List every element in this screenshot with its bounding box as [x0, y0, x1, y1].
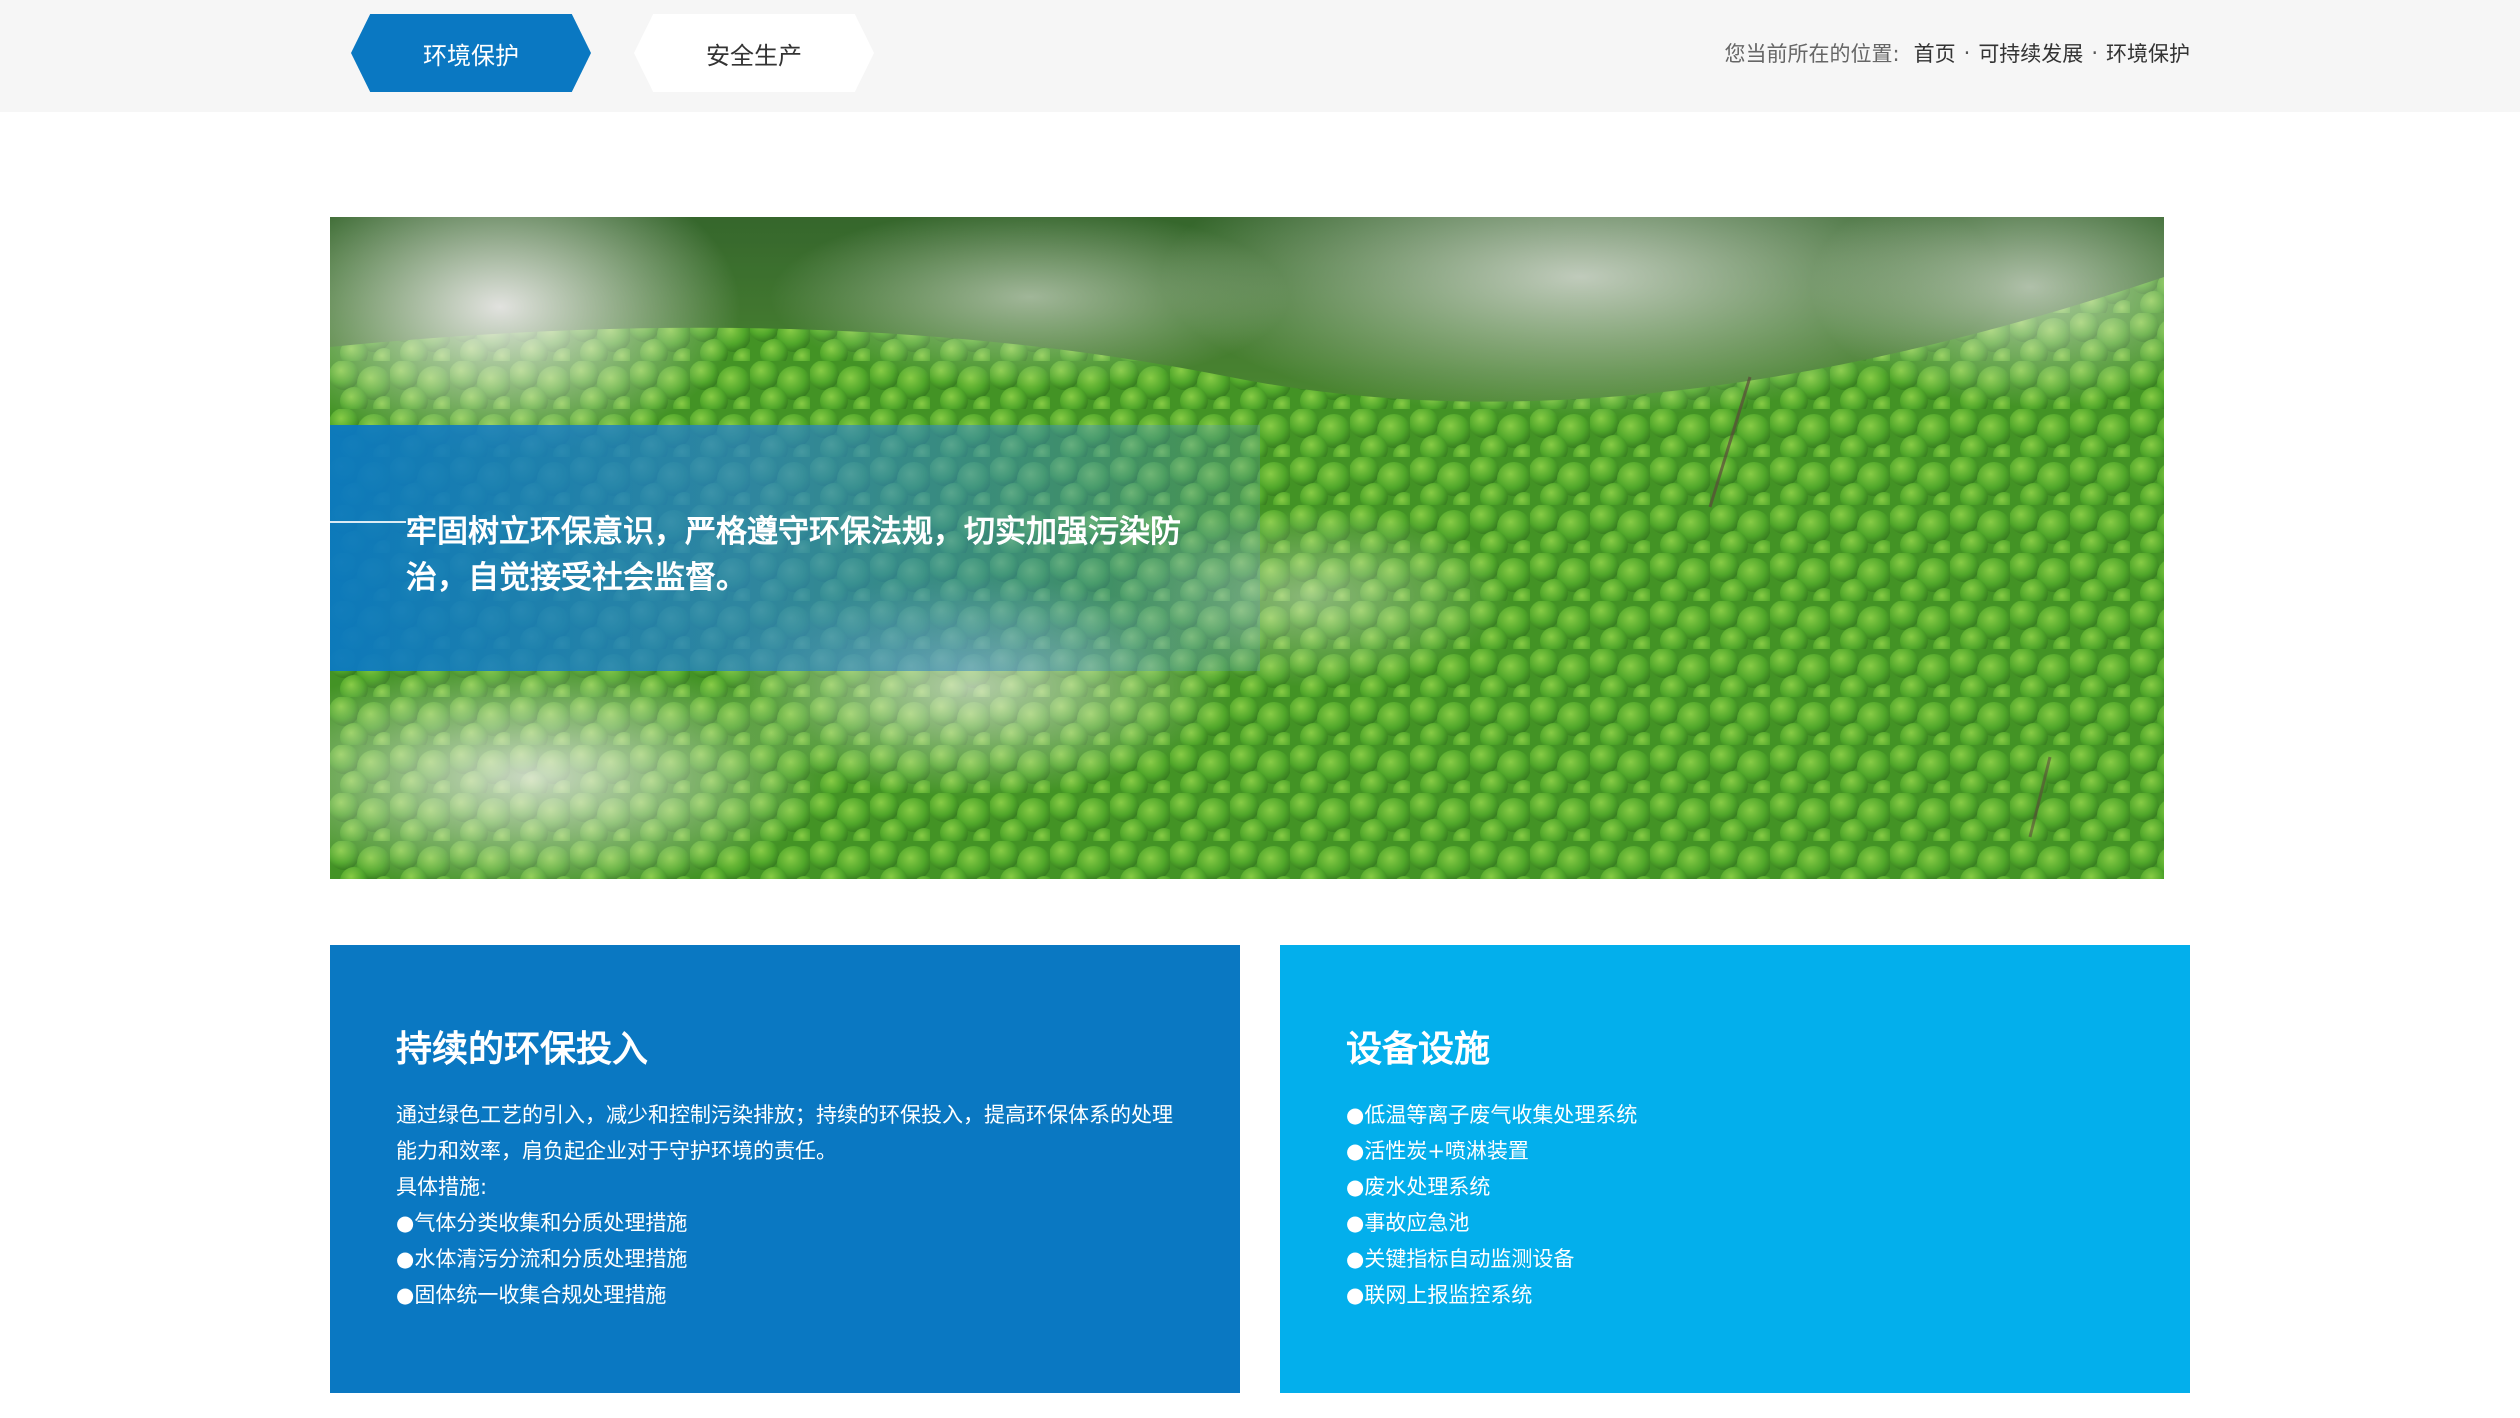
breadcrumb-current-page[interactable]: 环境保护 [2106, 38, 2190, 68]
facilities-list: ●低温等离子废气收集处理系统 ●活性炭+喷淋装置 ●废水处理系统 ●事故应急池 … [1346, 1097, 2124, 1313]
list-item: ●联网上报监控系统 [1346, 1283, 1533, 1307]
list-item: ●事故应急池 [1346, 1211, 1470, 1235]
breadcrumb-prefix: 您当前所在的位置: [1724, 42, 1900, 66]
list-item: ●固体统一收集合规处理措施 [396, 1283, 667, 1307]
card-subheading: 具体措施: [396, 1175, 488, 1199]
environmental-investment-card: 持续的环保投入 通过绿色工艺的引入，减少和控制污染排放；持续的环保投入，提高环保… [330, 945, 1240, 1393]
breadcrumb: 您当前所在的位置: 首页 · 可持续发展 · 环境保护 [1725, 38, 2190, 68]
list-item: ●废水处理系统 [1346, 1175, 1491, 1199]
breadcrumb-separator: · [2091, 41, 2098, 65]
hero-slogan: 牢固树立环保意识，严格遵守环保法规，切实加强污染防治，自觉接受社会监督。 [406, 514, 1181, 596]
breadcrumb-sustainability-link[interactable]: 可持续发展 [1978, 38, 2083, 68]
tab-environmental-protection[interactable]: 环境保护 [351, 14, 591, 92]
tab-label: 环境保护 [423, 41, 519, 70]
card-description: 通过绿色工艺的引入，减少和控制污染排放；持续的环保投入，提高环保体系的处理能力和… [396, 1103, 1173, 1163]
list-item: ●水体清污分流和分质处理措施 [396, 1247, 688, 1271]
breadcrumb-separator: · [1963, 41, 1971, 65]
top-nav-bar: 环境保护 安全生产 您当前所在的位置: 首页 · 可持续发展 · 环境保护 [0, 0, 2520, 112]
list-item: ●活性炭+喷淋装置 [1346, 1139, 1529, 1163]
measures-list: ●气体分类收集和分质处理措施 ●水体清污分流和分质处理措施 ●固体统一收集合规处… [396, 1205, 1174, 1313]
tab-label: 安全生产 [706, 41, 802, 70]
list-item: ●气体分类收集和分质处理措施 [396, 1211, 688, 1235]
card-title: 持续的环保投入 [396, 1029, 649, 1070]
list-item: ●低温等离子废气收集处理系统 [1346, 1103, 1638, 1127]
breadcrumb-home-link[interactable]: 首页 [1914, 38, 1956, 68]
card-title: 设备设施 [1346, 1029, 1491, 1070]
hero-banner: 牢固树立环保意识，严格遵守环保法规，切实加强污染防治，自觉接受社会监督。 [330, 217, 2164, 879]
list-item: ●关键指标自动监测设备 [1346, 1247, 1575, 1271]
slogan-accent-line [330, 521, 406, 523]
tab-safety-production[interactable]: 安全生产 [634, 14, 874, 92]
equipment-facilities-card: 设备设施 ●低温等离子废气收集处理系统 ●活性炭+喷淋装置 ●废水处理系统 ●事… [1280, 945, 2190, 1393]
